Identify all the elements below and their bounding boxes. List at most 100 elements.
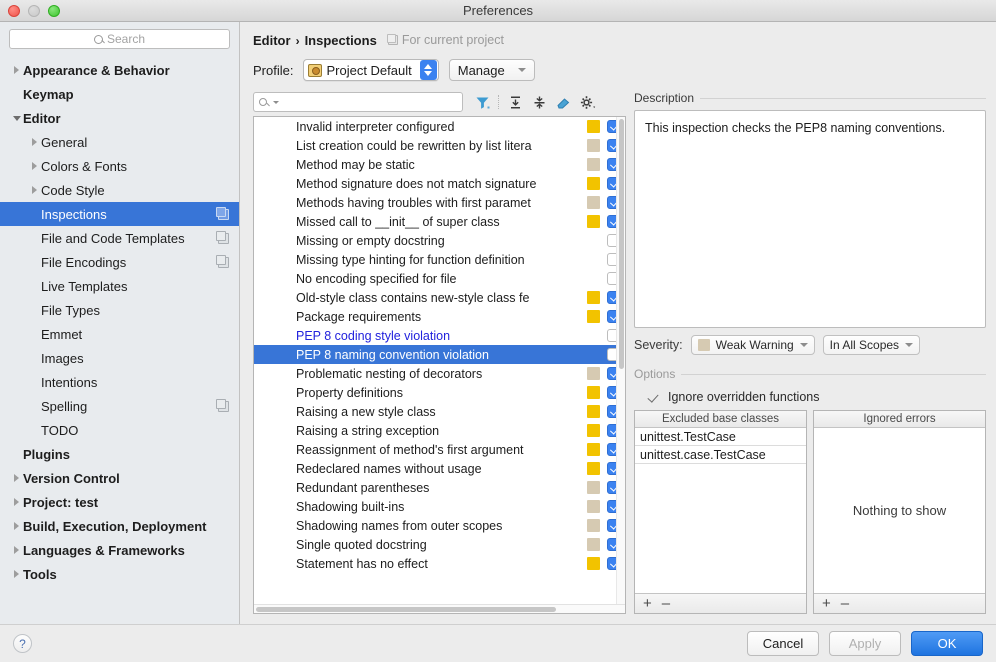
search-input[interactable]: Search bbox=[9, 29, 230, 49]
inspections-vertical-scrollbar[interactable] bbox=[616, 117, 625, 613]
ignore-overridden-checkbox-row[interactable]: Ignore overridden functions bbox=[634, 384, 986, 410]
cancel-button[interactable]: Cancel bbox=[747, 631, 819, 656]
inspection-row[interactable]: Statement has no effect bbox=[254, 554, 625, 573]
inspection-row[interactable]: Method may be static bbox=[254, 155, 625, 174]
chevron-right-icon[interactable] bbox=[28, 138, 41, 146]
collapse-all-icon[interactable] bbox=[528, 91, 550, 113]
chevron-down-icon[interactable] bbox=[10, 115, 23, 121]
breadcrumb-parent[interactable]: Editor bbox=[253, 33, 291, 48]
chevron-right-icon[interactable] bbox=[10, 474, 23, 482]
chevron-right-icon[interactable] bbox=[10, 570, 23, 578]
chevron-right-icon[interactable] bbox=[28, 186, 41, 194]
inspection-row[interactable]: Redeclared names without usage bbox=[254, 459, 625, 478]
chevron-down-icon[interactable] bbox=[273, 100, 279, 104]
table-row[interactable]: unittest.case.TestCase bbox=[635, 446, 806, 464]
apply-button[interactable]: Apply bbox=[829, 631, 901, 656]
chevron-right-icon[interactable] bbox=[10, 498, 23, 506]
sidebar-item-keymap[interactable]: Keymap bbox=[0, 82, 239, 106]
sidebar-item-general[interactable]: General bbox=[0, 130, 239, 154]
inspection-row[interactable]: Missed call to __init__ of super class bbox=[254, 212, 625, 231]
sidebar-item-appearance-behavior[interactable]: Appearance & Behavior bbox=[0, 58, 239, 82]
inspection-row[interactable]: Shadowing built-ins bbox=[254, 497, 625, 516]
settings-icon[interactable] bbox=[576, 91, 598, 113]
inspection-filter-input[interactable] bbox=[253, 92, 463, 112]
sidebar-item-editor[interactable]: Editor bbox=[0, 106, 239, 130]
inspection-name: Statement has no effect bbox=[296, 556, 428, 571]
inspection-row[interactable]: Invalid interpreter configured bbox=[254, 117, 625, 136]
sidebar-item-label: File and Code Templates bbox=[41, 230, 185, 246]
filter-icon[interactable] bbox=[471, 91, 493, 113]
inspection-row[interactable]: List creation could be rewritten by list… bbox=[254, 136, 625, 155]
sidebar-item-intentions[interactable]: Intentions bbox=[0, 370, 239, 394]
help-button[interactable]: ? bbox=[13, 634, 32, 653]
reset-icon[interactable] bbox=[552, 91, 574, 113]
severity-select[interactable]: Weak Warning bbox=[690, 335, 815, 355]
ok-button[interactable]: OK bbox=[911, 631, 983, 656]
chevron-right-icon[interactable] bbox=[10, 546, 23, 554]
manage-button[interactable]: Manage bbox=[448, 59, 535, 81]
inspection-row[interactable]: Missing or empty docstring bbox=[254, 231, 625, 250]
sidebar-item-label: Editor bbox=[23, 110, 61, 126]
chevron-right-icon[interactable] bbox=[10, 66, 23, 74]
inspection-row[interactable]: Missing type hinting for function defini… bbox=[254, 250, 625, 269]
breadcrumb-note: For current project bbox=[386, 33, 504, 47]
checkbox-icon[interactable] bbox=[648, 391, 660, 403]
inspection-row[interactable]: PEP 8 coding style violation bbox=[254, 326, 625, 345]
remove-excluded-button[interactable]: – bbox=[662, 596, 670, 611]
sidebar-item-tools[interactable]: Tools bbox=[0, 562, 239, 586]
scope-select[interactable]: In All Scopes bbox=[822, 335, 921, 355]
inspection-row[interactable]: Old-style class contains new-style class… bbox=[254, 288, 625, 307]
severity-value: Weak Warning bbox=[715, 338, 794, 352]
table-body[interactable]: unittest.TestCase unittest.case.TestCase bbox=[635, 428, 806, 593]
inspection-row[interactable]: Reassignment of method's first argument bbox=[254, 440, 625, 459]
sidebar-item-version-control[interactable]: Version Control bbox=[0, 466, 239, 490]
sidebar-item-label: Live Templates bbox=[41, 278, 128, 294]
sidebar-item-images[interactable]: Images bbox=[0, 346, 239, 370]
inspection-row[interactable]: Method signature does not match signatur… bbox=[254, 174, 625, 193]
maximize-window-button[interactable] bbox=[48, 4, 60, 17]
sidebar-item-colors-fonts[interactable]: Colors & Fonts bbox=[0, 154, 239, 178]
inspection-row[interactable]: No encoding specified for file bbox=[254, 269, 625, 288]
sidebar-item-live-templates[interactable]: Live Templates bbox=[0, 274, 239, 298]
sidebar-item-inspections[interactable]: Inspections bbox=[0, 202, 239, 226]
inspection-row[interactable]: Shadowing names from outer scopes bbox=[254, 516, 625, 535]
sidebar-item-code-style[interactable]: Code Style bbox=[0, 178, 239, 202]
sidebar-item-spelling[interactable]: Spelling bbox=[0, 394, 239, 418]
profile-stepper[interactable] bbox=[419, 60, 437, 80]
table-row[interactable]: unittest.TestCase bbox=[635, 428, 806, 446]
inspection-row[interactable]: Problematic nesting of decorators bbox=[254, 364, 625, 383]
sidebar-item-file-and-code-templates[interactable]: File and Code Templates bbox=[0, 226, 239, 250]
inspections-list[interactable]: Invalid interpreter configured List creat… bbox=[253, 116, 626, 614]
sidebar-item-todo[interactable]: TODO bbox=[0, 418, 239, 442]
close-window-button[interactable] bbox=[8, 4, 20, 17]
severity-swatch bbox=[587, 538, 600, 551]
add-ignored-button[interactable]: + bbox=[822, 596, 831, 611]
remove-ignored-button[interactable]: – bbox=[841, 596, 849, 611]
inspection-row[interactable]: PEP 8 naming convention violation bbox=[254, 345, 625, 364]
chevron-right-icon[interactable] bbox=[10, 522, 23, 530]
chevron-right-icon[interactable] bbox=[28, 162, 41, 170]
inspection-row[interactable]: Single quoted docstring bbox=[254, 535, 625, 554]
sidebar-item-project-test[interactable]: Project: test bbox=[0, 490, 239, 514]
sidebar-item-plugins[interactable]: Plugins bbox=[0, 442, 239, 466]
sidebar-item-file-types[interactable]: File Types bbox=[0, 298, 239, 322]
options-tables: Excluded base classes unittest.TestCase u… bbox=[634, 410, 986, 614]
copy-icon bbox=[386, 34, 398, 45]
add-excluded-button[interactable]: + bbox=[643, 596, 652, 611]
inspection-row[interactable]: Methods having troubles with first param… bbox=[254, 193, 625, 212]
inspection-row[interactable]: Package requirements bbox=[254, 307, 625, 326]
profile-select[interactable]: Project Default bbox=[303, 59, 439, 81]
inspections-horizontal-scrollbar[interactable] bbox=[254, 604, 625, 613]
inspection-row[interactable]: Raising a new style class bbox=[254, 402, 625, 421]
sidebar-item-build-execution-deployment[interactable]: Build, Execution, Deployment bbox=[0, 514, 239, 538]
inspection-row[interactable]: Property definitions bbox=[254, 383, 625, 402]
sidebar-item-languages-frameworks[interactable]: Languages & Frameworks bbox=[0, 538, 239, 562]
inspection-row[interactable]: Raising a string exception bbox=[254, 421, 625, 440]
table-body[interactable]: Nothing to show bbox=[814, 428, 985, 593]
inspection-row[interactable]: Redundant parentheses bbox=[254, 478, 625, 497]
inspection-name: Method may be static bbox=[296, 157, 415, 172]
expand-all-icon[interactable] bbox=[504, 91, 526, 113]
sidebar-item-emmet[interactable]: Emmet bbox=[0, 322, 239, 346]
sidebar-item-file-encodings[interactable]: File Encodings bbox=[0, 250, 239, 274]
minimize-window-button[interactable] bbox=[28, 4, 40, 17]
